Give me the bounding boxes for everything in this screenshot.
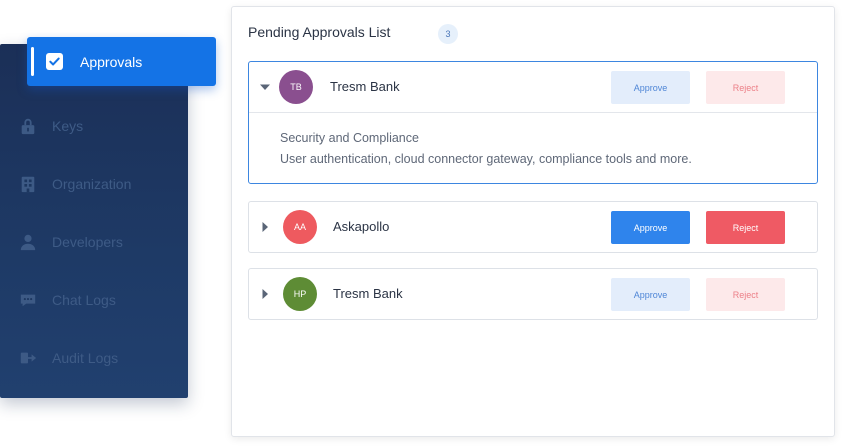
sidebar-item-label: Audit Logs xyxy=(52,350,119,366)
approval-card-header[interactable]: AA Askapollo Approve Reject xyxy=(249,202,817,252)
caret-down-icon[interactable] xyxy=(259,81,271,93)
sidebar-item-developers[interactable]: Developers xyxy=(0,224,188,260)
sidebar-item-label: Organization xyxy=(52,176,132,192)
approve-button[interactable]: Approve xyxy=(611,71,690,104)
reject-button[interactable]: Reject xyxy=(706,71,785,104)
sidebar-item-audit-logs[interactable]: Audit Logs xyxy=(0,340,188,376)
details-title: Security and Compliance xyxy=(280,131,419,145)
avatar: HP xyxy=(283,277,317,311)
caret-right-icon[interactable] xyxy=(259,221,271,233)
approve-button[interactable]: Approve xyxy=(611,211,690,244)
approve-button[interactable]: Approve xyxy=(611,278,690,311)
sidebar-item-label: Developers xyxy=(52,234,123,250)
approval-card: TB Tresm Bank Approve Reject Security an… xyxy=(248,61,818,184)
sidebar-item-approvals[interactable]: Approvals xyxy=(27,37,216,86)
sidebar-item-keys[interactable]: Keys xyxy=(0,108,188,144)
page-title: Pending Approvals List xyxy=(248,24,391,40)
chat-icon xyxy=(18,290,38,310)
approval-details: Security and Compliance User authenticat… xyxy=(249,112,817,183)
sidebar-item-label: Chat Logs xyxy=(52,292,116,308)
approval-card: AA Askapollo Approve Reject xyxy=(248,201,818,253)
org-name: Tresm Bank xyxy=(330,79,400,94)
checkbox-icon xyxy=(46,53,63,70)
building-icon xyxy=(18,174,38,194)
reject-button[interactable]: Reject xyxy=(706,211,785,244)
org-name: Askapollo xyxy=(333,219,390,234)
avatar: TB xyxy=(279,70,313,104)
lock-icon xyxy=(18,116,38,136)
count-badge: 3 xyxy=(438,24,458,44)
sidebar: Keys Organization Developers Chat Logs A… xyxy=(0,44,188,398)
details-description: User authentication, cloud connector gat… xyxy=(280,152,692,166)
approval-card: HP Tresm Bank Approve Reject xyxy=(248,268,818,320)
sidebar-item-chat-logs[interactable]: Chat Logs xyxy=(0,282,188,318)
approval-card-header[interactable]: TB Tresm Bank Approve Reject xyxy=(249,62,817,112)
org-name: Tresm Bank xyxy=(333,286,403,301)
logout-icon xyxy=(18,348,38,368)
reject-button[interactable]: Reject xyxy=(706,278,785,311)
avatar: AA xyxy=(283,210,317,244)
approval-card-header[interactable]: HP Tresm Bank Approve Reject xyxy=(249,269,817,319)
approvals-panel: Pending Approvals List 3 TB Tresm Bank A… xyxy=(231,6,835,437)
active-indicator xyxy=(31,47,34,76)
sidebar-item-label: Approvals xyxy=(80,53,143,70)
sidebar-item-label: Keys xyxy=(52,118,84,134)
caret-right-icon[interactable] xyxy=(259,288,271,300)
sidebar-item-organization[interactable]: Organization xyxy=(0,166,188,202)
person-icon xyxy=(18,232,38,252)
